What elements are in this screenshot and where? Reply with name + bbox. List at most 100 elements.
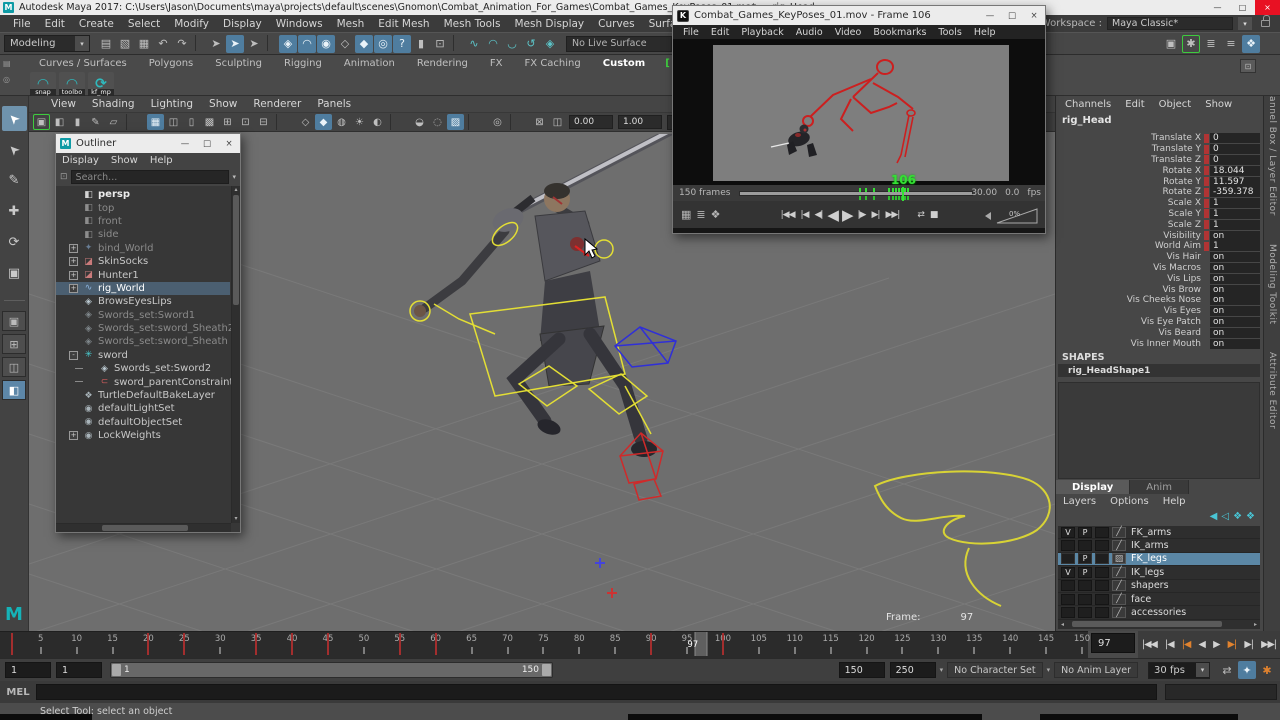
stop-button[interactable]: ■ — [927, 210, 941, 220]
lock-icon[interactable] — [1261, 20, 1270, 27]
layer-name[interactable]: FK_arms — [1131, 527, 1171, 538]
minimize-button[interactable]: — — [174, 134, 196, 153]
player-menu-item[interactable]: Playback — [735, 27, 789, 38]
layer-visibility-toggle[interactable] — [1061, 540, 1075, 551]
attribute-value-field[interactable]: on — [1210, 317, 1260, 327]
channel-box-menu-item[interactable]: Object — [1152, 99, 1199, 110]
scrollbar-thumb[interactable] — [233, 195, 239, 305]
expand-toggle[interactable] — [85, 364, 94, 373]
layer-playback-toggle[interactable] — [1078, 580, 1092, 591]
layer-playback-toggle[interactable] — [1078, 540, 1092, 551]
layout-outliner-persp[interactable]: ◧ — [2, 380, 26, 400]
layer-name[interactable]: IK_legs — [1131, 567, 1164, 578]
shelf-tab[interactable]: FX — [479, 58, 514, 69]
attribute-value-field[interactable]: on — [1210, 306, 1260, 316]
attribute-label[interactable]: World Aim — [1155, 241, 1204, 251]
keyframe-marker[interactable] — [255, 633, 257, 655]
textured-icon[interactable]: ◍ — [333, 114, 350, 130]
keyframe-marker[interactable] — [147, 633, 149, 655]
channel-box-toggle-icon[interactable]: ≣ — [1202, 35, 1220, 53]
separator[interactable] — [267, 35, 275, 51]
keyframe-marker[interactable] — [11, 633, 13, 655]
layer-visibility-toggle[interactable]: V — [1061, 527, 1075, 538]
previous-bookmark-button[interactable]: |◀ — [797, 210, 811, 220]
range-end-handle[interactable] — [542, 664, 551, 676]
next-bookmark-button[interactable]: ▶| — [868, 210, 882, 220]
chevron-down-icon[interactable]: ▾ — [936, 666, 948, 674]
layer-display-type-toggle[interactable] — [1095, 567, 1109, 578]
shelf-menu-icon[interactable]: ▤ — [3, 59, 11, 68]
exposure-field[interactable]: 0.00 — [569, 115, 613, 129]
fps-dropdown[interactable]: 30 fps▾ — [1148, 662, 1210, 679]
move-tool[interactable]: ✚ — [2, 199, 27, 224]
grid-icon[interactable]: ▦ — [147, 114, 164, 130]
chevron-down-icon[interactable]: ▾ — [232, 173, 236, 181]
expand-toggle[interactable] — [69, 297, 78, 306]
attribute-label[interactable]: Rotate Z — [1163, 187, 1205, 197]
attribute-label[interactable]: Vis Brow — [1162, 285, 1204, 295]
layer-color-swatch[interactable]: ╱ — [1112, 527, 1126, 538]
isolate-select-icon[interactable]: ◎ — [489, 114, 506, 130]
redo-icon[interactable]: ↷ — [173, 35, 191, 53]
player-menu-item[interactable]: Bookmarks — [867, 27, 932, 38]
main-menu-item[interactable]: Windows — [269, 18, 330, 30]
layer-playback-toggle[interactable]: P — [1078, 567, 1092, 578]
attribute-value-field[interactable]: on — [1210, 328, 1260, 338]
layer-color-swatch[interactable]: ╱ — [1112, 594, 1126, 605]
move-layer-up-icon[interactable]: ◀ — [1210, 511, 1218, 522]
attribute-label[interactable]: Scale Y — [1168, 209, 1204, 219]
outliner-menu-item[interactable]: Display — [56, 155, 105, 166]
camera-attributes-icon[interactable]: ▮ — [69, 114, 86, 130]
expand-toggle[interactable] — [69, 230, 78, 239]
tab-anim[interactable]: Anim — [1130, 480, 1189, 494]
attribute-value-field[interactable]: on — [1210, 274, 1260, 284]
layer-display-type-toggle[interactable] — [1095, 594, 1109, 605]
keyframe-marker[interactable] — [435, 633, 437, 655]
layer-visibility-toggle[interactable] — [1061, 594, 1075, 605]
attribute-value-field[interactable]: -359.378 — [1210, 187, 1260, 197]
layout-four-pane[interactable]: ⊞ — [2, 334, 26, 354]
layer-color-swatch[interactable]: ╱ — [1112, 580, 1126, 591]
maximize-button[interactable]: □ — [196, 134, 218, 153]
attribute-label[interactable]: Visibility — [1163, 231, 1204, 241]
expand-toggle[interactable] — [69, 337, 78, 346]
layer-name[interactable]: IK_arms — [1131, 540, 1169, 551]
snap-point-icon[interactable]: ◉ — [317, 35, 335, 53]
attribute-label[interactable]: Vis Inner Mouth — [1131, 339, 1204, 349]
search-input[interactable] — [71, 170, 230, 184]
separator[interactable] — [276, 114, 293, 130]
expand-toggle[interactable]: + — [69, 284, 78, 293]
curve-snap-icon[interactable]: ◠ — [484, 35, 502, 53]
open-scene-icon[interactable]: ▧ — [116, 35, 134, 53]
expand-toggle[interactable]: + — [69, 431, 78, 440]
layer-color-swatch[interactable]: ╱ — [1112, 540, 1126, 551]
layer-row[interactable]: ╱ face — [1058, 593, 1260, 606]
expand-toggle[interactable] — [69, 311, 78, 320]
outliner-menu-item[interactable]: Show — [105, 155, 144, 166]
layer-editor-menu-item[interactable]: Options — [1103, 496, 1156, 507]
safe-title-icon[interactable]: ⊟ — [255, 114, 272, 130]
workspace-panels-icon[interactable]: ❖ — [1242, 35, 1260, 53]
expand-toggle[interactable] — [69, 217, 78, 226]
maximize-button[interactable]: □ — [1001, 6, 1023, 25]
layer-visibility-toggle[interactable] — [1061, 553, 1075, 564]
highlight-selection-icon[interactable]: ⊡ — [431, 35, 449, 53]
expand-toggle[interactable]: + — [69, 257, 78, 266]
layer-playback-toggle[interactable] — [1078, 607, 1092, 618]
layer-visibility-toggle[interactable] — [1061, 607, 1075, 618]
outliner-window[interactable]: M Outliner —□× DisplayShowHelp ⊡ ▾ ◧ per… — [55, 133, 241, 533]
attribute-value-field[interactable]: 1 — [1210, 241, 1260, 251]
safe-action-icon[interactable]: ⊡ — [237, 114, 254, 130]
snap-help-icon[interactable]: ? — [393, 35, 411, 53]
shelf-tab[interactable]: Custom — [592, 58, 656, 69]
humanik-toggle-icon[interactable]: ✱ — [1182, 35, 1200, 53]
channel-box-menu-item[interactable]: Channels — [1058, 99, 1118, 110]
layer-row[interactable]: ╱ IK_arms — [1058, 539, 1260, 552]
expand-toggle[interactable] — [85, 378, 94, 387]
multisample-icon[interactable]: ▨ — [447, 114, 464, 130]
playback-end-field[interactable]: 150 — [839, 662, 885, 678]
attribute-value-field[interactable]: on — [1210, 231, 1260, 241]
playback-start-field[interactable]: 1 — [56, 662, 102, 678]
play-backwards-button[interactable]: ◀ — [1199, 639, 1205, 650]
attribute-value-field[interactable]: on — [1210, 295, 1260, 305]
